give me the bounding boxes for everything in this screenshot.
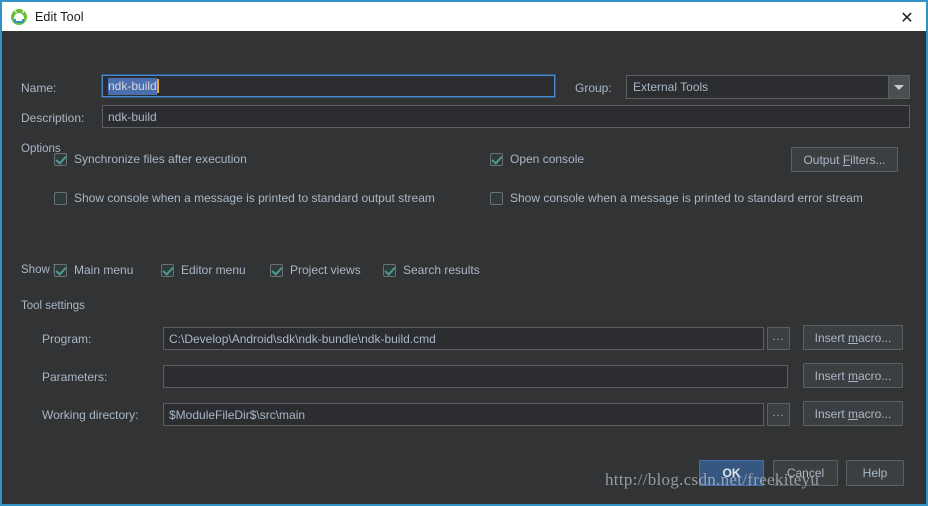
program-label: Program:: [42, 332, 92, 346]
working-directory-insert-macro-button[interactable]: Insert macro...: [803, 401, 903, 426]
name-label: Name:: [21, 81, 57, 95]
checkbox-show-console-stderr[interactable]: Show console when a message is printed t…: [490, 191, 863, 205]
output-filters-button[interactable]: Output Filters...: [791, 147, 898, 172]
chevron-down-icon[interactable]: [888, 76, 909, 98]
program-browse-button[interactable]: ...: [767, 327, 790, 350]
name-input-value: ndk-build: [108, 77, 157, 95]
checkbox-label: Main menu: [74, 263, 134, 277]
checkbox-box: [490, 152, 503, 166]
checkbox-show-console-stdout[interactable]: Show console when a message is printed t…: [54, 191, 435, 205]
checkbox-label: Show console when a message is printed t…: [510, 191, 863, 205]
mnemonic-char: m: [848, 330, 858, 345]
working-directory-input[interactable]: $ModuleFileDir$\src\main: [163, 403, 764, 426]
checkbox-label: Search results: [403, 263, 480, 277]
description-input-value: ndk-build: [108, 109, 157, 124]
working-directory-label: Working directory:: [42, 408, 139, 422]
checkbox-project-views[interactable]: Project views: [270, 263, 361, 277]
name-input[interactable]: ndk-build: [102, 75, 555, 97]
help-button[interactable]: Help: [846, 460, 904, 486]
group-label: Group:: [575, 81, 612, 95]
checkbox-box: [490, 191, 503, 205]
program-input[interactable]: C:\Develop\Android\sdk\ndk-bundle\ndk-bu…: [163, 327, 764, 350]
android-robot-icon: [11, 8, 27, 25]
mnemonic-char: m: [848, 406, 858, 421]
checkbox-box: [270, 263, 283, 277]
checkbox-label: Project views: [290, 263, 361, 277]
description-input[interactable]: ndk-build: [102, 105, 910, 128]
parameters-input[interactable]: [163, 365, 788, 388]
text-caret: [156, 79, 159, 93]
ok-button[interactable]: OK: [699, 460, 764, 486]
checkbox-box: [54, 152, 67, 166]
working-directory-browse-button[interactable]: ...: [767, 403, 790, 426]
checkbox-label: Show console when a message is printed t…: [74, 191, 435, 205]
checkbox-search-results[interactable]: Search results: [383, 263, 480, 277]
tool-settings-section-label: Tool settings: [21, 300, 85, 312]
checkbox-box: [383, 263, 396, 277]
checkbox-box: [54, 263, 67, 277]
checkbox-label: Open console: [510, 152, 585, 166]
working-directory-input-value: $ModuleFileDir$\src\main: [169, 407, 306, 422]
checkbox-label: Editor menu: [181, 263, 246, 277]
checkbox-label: Synchronize files after execution: [74, 152, 247, 166]
checkbox-main-menu[interactable]: Main menu: [54, 263, 133, 277]
title-bar: Edit Tool ✕: [0, 0, 928, 31]
description-label: Description:: [21, 111, 85, 125]
checkbox-box: [54, 191, 67, 205]
checkbox-editor-menu[interactable]: Editor menu: [161, 263, 246, 277]
cancel-button[interactable]: Cancel: [773, 460, 838, 486]
output-filters-label: Output Filters...: [803, 152, 886, 167]
mnemonic-char: m: [848, 368, 858, 383]
close-icon[interactable]: ✕: [898, 9, 916, 27]
window-title: Edit Tool: [35, 9, 84, 24]
program-insert-macro-button[interactable]: Insert macro...: [803, 325, 903, 350]
edit-tool-dialog: Edit Tool ✕ Name: ndk-build Group: Exter…: [0, 0, 928, 506]
program-input-value: C:\Develop\Android\sdk\ndk-bundle\ndk-bu…: [169, 331, 436, 346]
dialog-body: Name: ndk-build Group: External Tools De…: [0, 31, 928, 506]
parameters-insert-macro-button[interactable]: Insert macro...: [803, 363, 903, 388]
parameters-label: Parameters:: [42, 370, 108, 384]
group-combobox-value: External Tools: [633, 80, 709, 94]
checkbox-open-console[interactable]: Open console: [490, 152, 584, 166]
checkbox-synchronize-files[interactable]: Synchronize files after execution: [54, 152, 247, 166]
checkbox-box: [161, 263, 174, 277]
group-combobox[interactable]: External Tools: [626, 75, 910, 99]
